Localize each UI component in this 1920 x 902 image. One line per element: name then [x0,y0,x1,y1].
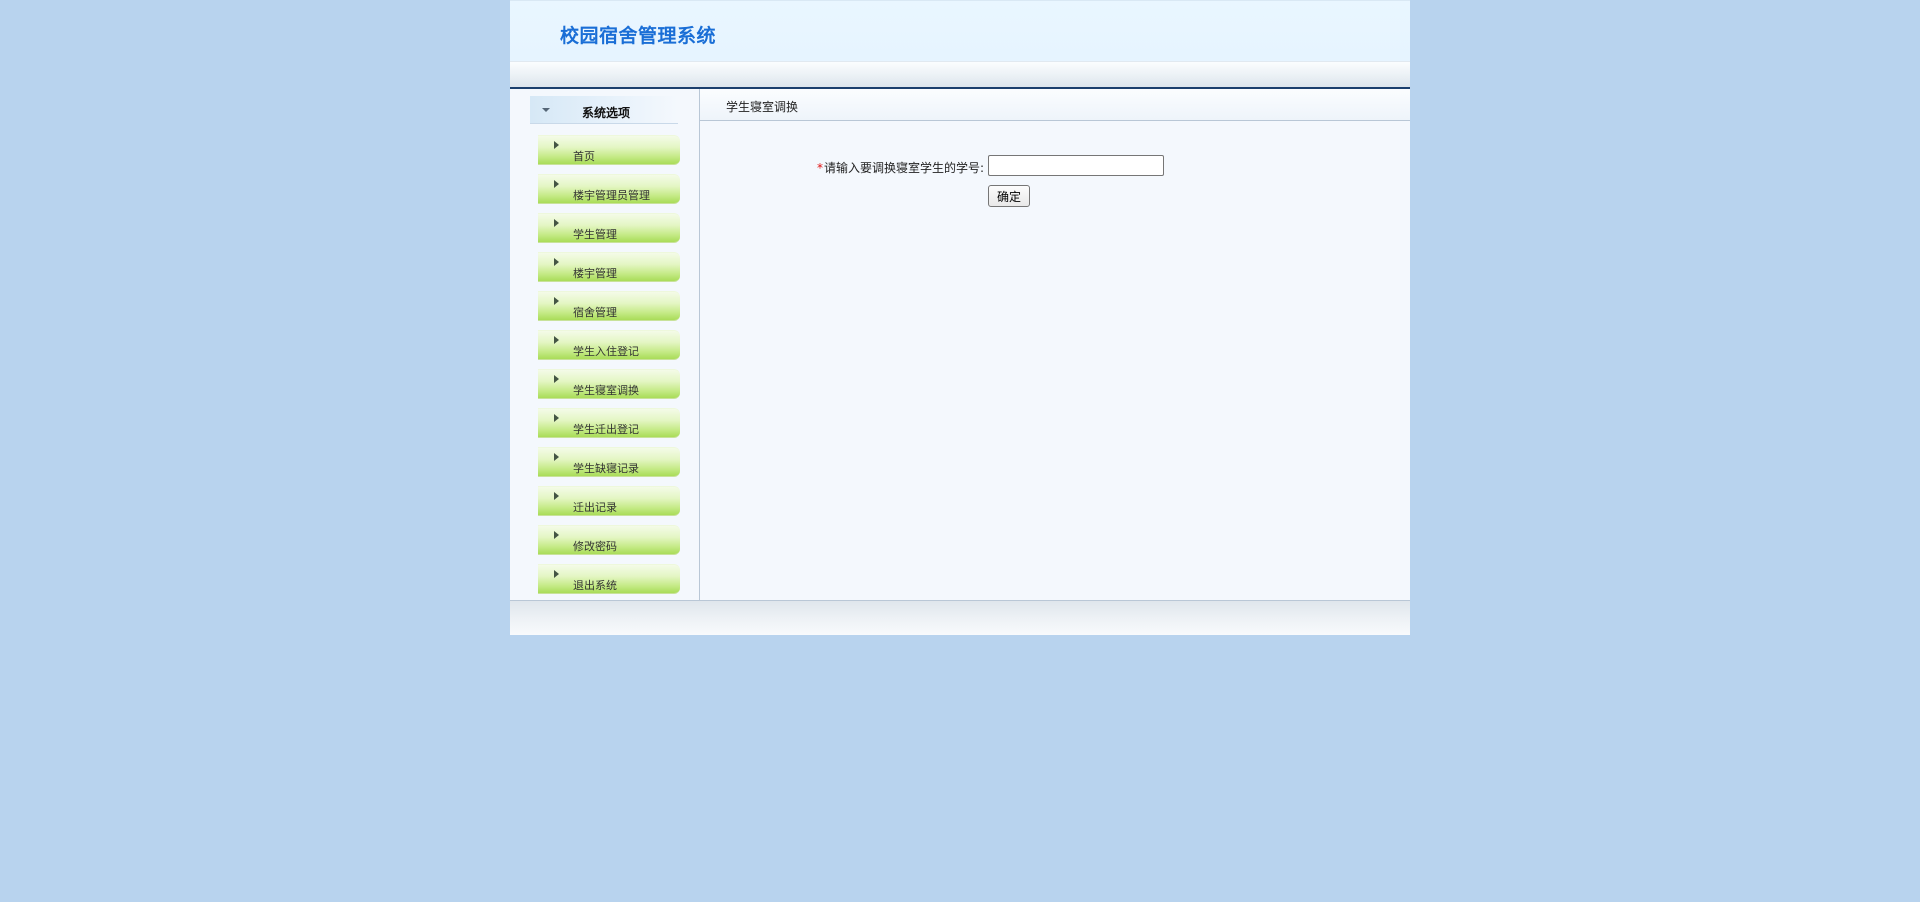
sidebar-item-checkout-records[interactable]: 迁出记录 [538,486,680,516]
sidebar-item-label: 宿舍管理 [573,306,617,319]
triangle-right-icon [554,219,559,227]
triangle-right-icon [554,453,559,461]
triangle-right-icon [554,570,559,578]
triangle-right-icon [554,375,559,383]
sidebar-item-logout[interactable]: 退出系统 [538,564,680,594]
sidebar-item-student-management[interactable]: 学生管理 [538,213,680,243]
sidebar-item-building-admin-management[interactable]: 楼宇管理员管理 [538,174,680,204]
footer [510,600,1410,635]
triangle-right-icon [554,141,559,149]
caret-down-icon [542,108,550,112]
sidebar-item-room-swap[interactable]: 学生寝室调换 [538,369,680,399]
main-content: 学生寝室调换 *请输入要调换寝室学生的学号: 确定 [700,89,1410,600]
sidebar-item-absence-records[interactable]: 学生缺寝记录 [538,447,680,477]
student-id-label-text: 请输入要调换寝室学生的学号: [823,161,984,175]
sidebar-item-dorm-management[interactable]: 宿舍管理 [538,291,680,321]
triangle-right-icon [554,258,559,266]
triangle-right-icon [554,531,559,539]
sidebar-item-label: 迁出记录 [573,501,617,514]
triangle-right-icon [554,336,559,344]
sidebar-item-label: 学生缺寝记录 [573,462,639,475]
sidebar-item-check-in[interactable]: 学生入住登记 [538,330,680,360]
sidebar-item-label: 学生入住登记 [573,345,639,358]
content-title-bar: 学生寝室调换 [700,89,1410,121]
sidebar-item-building-management[interactable]: 楼宇管理 [538,252,680,282]
app-title: 校园宿舍管理系统 [560,25,717,47]
sidebar-item-label: 首页 [573,150,595,163]
sidebar-item-label: 修改密码 [573,540,617,553]
header: 校园宿舍管理系统 [510,0,1410,61]
sidebar-menu: 首页 楼宇管理员管理 学生管理 楼宇管理 宿舍管理 学生入住登记 学生寝室调换 … [538,135,680,603]
sidebar-item-label: 学生迁出登记 [573,423,639,436]
sidebar-item-label: 楼宇管理 [573,267,617,280]
student-id-form-row: *请输入要调换寝室学生的学号: [796,155,1196,177]
sidebar-item-home[interactable]: 首页 [538,135,680,165]
sidebar-heading-label: 系统选项 [582,106,631,120]
confirm-button[interactable]: 确定 [988,185,1031,207]
triangle-right-icon [554,414,559,422]
top-bar [510,61,1410,89]
app-frame: 校园宿舍管理系统 系统选项 首页 楼宇管理员管理 学生管理 楼宇管理 宿舍管理 … [510,0,1410,635]
sidebar-item-label: 学生管理 [573,228,617,241]
required-mark: * [816,161,823,175]
sidebar-item-label: 退出系统 [573,579,617,592]
sidebar-item-change-password[interactable]: 修改密码 [538,525,680,555]
triangle-right-icon [554,180,559,188]
sidebar-item-label: 学生寝室调换 [573,384,639,397]
student-id-label: *请输入要调换寝室学生的学号: [817,159,984,176]
sidebar-item-check-out[interactable]: 学生迁出登记 [538,408,680,438]
student-id-input[interactable] [988,155,1164,176]
triangle-right-icon [554,492,559,500]
triangle-right-icon [554,297,559,305]
page-title: 学生寝室调换 [726,100,799,114]
sidebar-item-label: 楼宇管理员管理 [573,189,650,202]
sidebar: 系统选项 首页 楼宇管理员管理 学生管理 楼宇管理 宿舍管理 学生入住登记 学生… [510,89,700,600]
sidebar-heading[interactable]: 系统选项 [530,96,678,124]
